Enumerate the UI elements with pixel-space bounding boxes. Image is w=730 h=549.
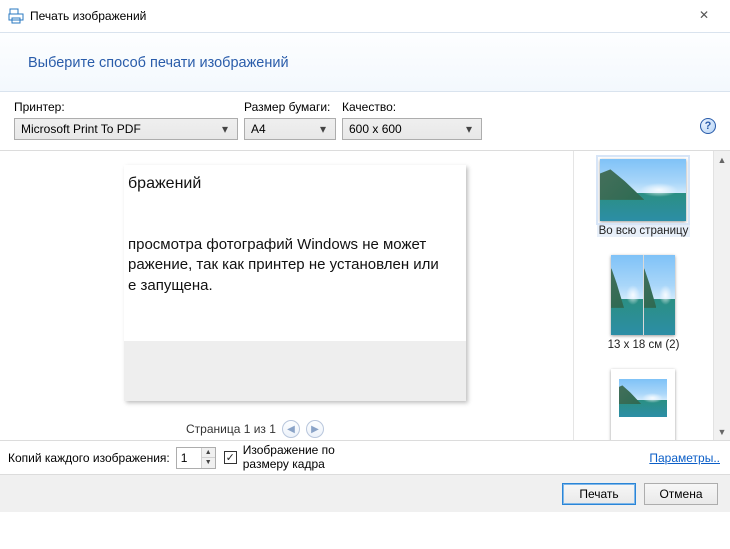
chevron-down-icon: ▾ (315, 122, 331, 136)
footer-options: Копий каждого изображения: ▲ ▼ ✓ Изображ… (0, 440, 730, 474)
printer-dropdown[interactable]: Microsoft Print To PDF ▾ (14, 118, 238, 140)
preview-doc-title: бражений (124, 165, 466, 193)
landscape-image-icon (600, 159, 686, 221)
chevron-down-icon: ▾ (217, 122, 233, 136)
preview-line2: ражение, так как принтер не установлен и… (128, 256, 439, 273)
close-icon: ✕ (699, 8, 709, 22)
chevron-down-icon: ▾ (461, 122, 477, 136)
next-page-button[interactable]: ▶ (306, 420, 324, 438)
cancel-button[interactable]: Отмена (644, 483, 718, 505)
help-icon: ? (705, 120, 712, 132)
copies-input[interactable] (177, 448, 201, 468)
header-band: Выберите способ печати изображений (0, 32, 730, 92)
preview-pane: бражений просмотра фотографий Windows не… (0, 151, 574, 440)
preview-greyband (124, 341, 466, 401)
layout-thumb-two-up (611, 255, 675, 335)
quality-value: 600 x 600 (349, 122, 461, 136)
caret-up-icon: ▲ (205, 449, 212, 456)
help-button[interactable]: ? (700, 118, 716, 134)
layouts-wrap: Во всю страницу 13 x 18 см (2) 20 x 25 см … (574, 151, 730, 440)
preview-line1: просмотра фотографий Windows не может (128, 236, 426, 253)
layout-caption: Во всю страницу (597, 225, 691, 237)
quality-dropdown[interactable]: 600 x 600 ▾ (342, 118, 482, 140)
scroll-down-button[interactable]: ▼ (714, 423, 730, 440)
fit-frame-label: Изображение по размеру кадра (243, 444, 363, 470)
titlebar: Печать изображений ✕ (0, 0, 730, 32)
landscape-image-icon (644, 255, 675, 335)
layout-option[interactable]: Во всю страницу (595, 157, 693, 239)
paper-size-value: A4 (251, 122, 315, 136)
chevron-right-icon: ▶ (311, 424, 319, 435)
layout-option[interactable]: 13 x 18 см (2) (604, 253, 684, 353)
quality-label: Качество: (342, 100, 482, 114)
caret-down-icon: ▼ (205, 459, 212, 466)
paper-size-dropdown[interactable]: A4 ▾ (244, 118, 336, 140)
caret-down-icon: ▼ (718, 427, 727, 437)
preview-line3: е запущена. (128, 277, 213, 294)
footer-buttons: Печать Отмена (0, 474, 730, 512)
printer-group: Принтер: Microsoft Print To PDF ▾ (14, 100, 238, 140)
prev-page-button[interactable]: ◀ (282, 420, 300, 438)
controls-row: Принтер: Microsoft Print To PDF ▾ Размер… (0, 92, 730, 140)
layouts-scrollbar[interactable]: ▲ ▼ (713, 151, 730, 440)
quality-group: Качество: 600 x 600 ▾ (342, 100, 482, 140)
window-title: Печать изображений (30, 9, 146, 23)
spin-buttons: ▲ ▼ (201, 448, 215, 468)
spin-down-button[interactable]: ▼ (202, 457, 215, 468)
window-close-button[interactable]: ✕ (684, 3, 724, 27)
fit-frame-checkbox[interactable]: ✓ (224, 451, 237, 464)
chevron-left-icon: ◀ (287, 424, 295, 435)
parameters-link[interactable]: Параметры.. (649, 451, 720, 465)
copies-label: Копий каждого изображения: (8, 451, 170, 465)
landscape-image-icon (611, 255, 643, 335)
printer-value: Microsoft Print To PDF (21, 122, 217, 136)
layout-caption: 13 x 18 см (2) (606, 339, 682, 351)
caret-up-icon: ▲ (718, 155, 727, 165)
spin-up-button[interactable]: ▲ (202, 448, 215, 458)
page-counter: Страница 1 из 1 (186, 422, 276, 436)
mid-section: бражений просмотра фотографий Windows не… (0, 150, 730, 440)
paper-size-label: Размер бумаги: (244, 100, 336, 114)
layout-thumb-full (600, 159, 686, 221)
layouts-pane: Во всю страницу 13 x 18 см (2) 20 x 25 см … (574, 151, 713, 440)
landscape-image-icon (619, 379, 667, 417)
scroll-up-button[interactable]: ▲ (714, 151, 730, 168)
preview-doc-body: просмотра фотографий Windows не может ра… (124, 193, 466, 296)
layout-option[interactable]: 20 x 25 см (1) (604, 367, 684, 440)
page-heading: Выберите способ печати изображений (28, 55, 710, 71)
paper-size-group: Размер бумаги: A4 ▾ (244, 100, 336, 140)
layout-thumb-single (611, 369, 675, 440)
print-app-icon (8, 8, 24, 24)
print-button[interactable]: Печать (562, 483, 636, 505)
copies-spinbox[interactable]: ▲ ▼ (176, 447, 216, 469)
preview-page: бражений просмотра фотографий Windows не… (124, 165, 466, 401)
check-icon: ✓ (226, 451, 235, 464)
page-nav-buttons: ◀ ▶ (282, 420, 324, 438)
printer-label: Принтер: (14, 100, 238, 114)
